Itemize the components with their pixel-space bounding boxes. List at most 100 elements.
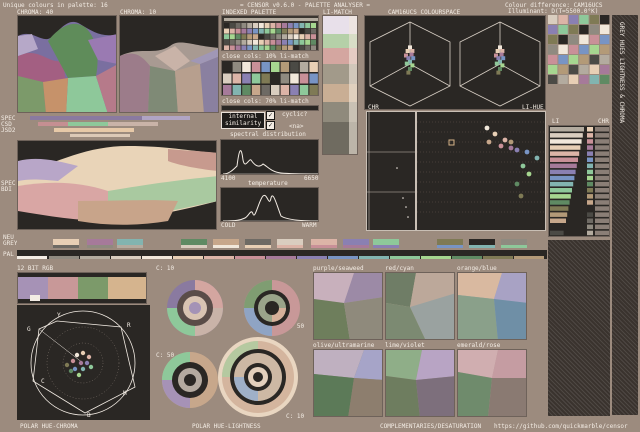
illuminant-label: Illuminant: D(T=5500.0°K) xyxy=(508,8,599,15)
wheel-g: G xyxy=(27,326,31,333)
indexed-swatch xyxy=(253,39,258,45)
lightness-bar xyxy=(550,224,565,230)
chroma-track xyxy=(595,133,609,138)
palette-swatch xyxy=(266,256,296,259)
hue-chroma-point xyxy=(78,360,84,366)
indexed-swatch xyxy=(258,28,264,34)
side-label: GREY HUES LIGHTNESS & CHROMA xyxy=(618,22,625,124)
indexed-swatch xyxy=(293,34,299,40)
polar-hue-lightness-rings xyxy=(162,280,300,417)
complementary-purple-seaweed xyxy=(313,272,383,340)
hue-chroma-point xyxy=(80,366,86,372)
matrix-swatch xyxy=(548,65,558,74)
polar-hue-chroma-label: POLAR HUE-CHROMA xyxy=(20,423,78,430)
neutral-swatch xyxy=(181,239,207,245)
chroma-track xyxy=(595,181,609,187)
palette-swatch xyxy=(80,256,110,259)
lightness-bar xyxy=(550,194,571,199)
cam16-point xyxy=(405,49,410,53)
lightness-bar xyxy=(550,127,584,132)
close-cols-70-label: close cols: 70% li-match xyxy=(222,98,309,105)
indexed-swatch xyxy=(270,23,276,28)
temperature-cold: COLD xyxy=(221,222,236,229)
indexed-swatch xyxy=(235,39,241,45)
palette-swatch xyxy=(235,256,265,259)
chroma-bar xyxy=(587,188,593,193)
matrix-swatch xyxy=(548,75,558,84)
olive-ultramarine-label: olive/ultramarine xyxy=(313,342,375,349)
matrix-swatch xyxy=(579,45,589,54)
close-cols-10-panel xyxy=(221,60,319,96)
cyclic-checkbox[interactable]: ✓ xyxy=(266,121,275,130)
matrix-swatch xyxy=(548,45,558,54)
close-colour-swatch xyxy=(251,73,261,84)
matrix-swatch xyxy=(589,25,599,34)
chroma-bar xyxy=(587,206,593,211)
spectral-blend-area xyxy=(17,140,217,230)
close-colour-swatch xyxy=(309,85,318,95)
chr-column xyxy=(366,111,416,231)
indexed-swatch xyxy=(235,45,241,50)
chroma-track xyxy=(595,139,609,144)
chroma-bar xyxy=(587,151,593,156)
indexed-swatch xyxy=(258,39,264,45)
palette-swatch xyxy=(514,256,544,259)
indexed-swatch xyxy=(287,39,293,45)
matrix-swatch xyxy=(568,75,579,84)
chroma-track xyxy=(595,163,609,169)
chroma-bar xyxy=(587,212,593,217)
indexed-swatch xyxy=(299,23,305,28)
indexed-swatch xyxy=(299,34,305,40)
matrix-swatch xyxy=(589,45,599,54)
indexed-swatch xyxy=(247,23,253,28)
lightness-bar xyxy=(550,151,580,156)
indexed-swatch xyxy=(299,45,305,50)
close-colour-swatch xyxy=(309,62,318,72)
cam16-point xyxy=(500,49,505,53)
matrix-swatch xyxy=(548,15,558,24)
chroma-bar xyxy=(587,218,593,223)
chroma-track xyxy=(595,194,609,199)
indexed-swatch xyxy=(293,39,299,45)
indexed-swatch xyxy=(241,28,247,34)
spec-csd-bars xyxy=(30,116,190,138)
chroma-track xyxy=(595,127,609,132)
palette-analyser-window: Unique colours in palette: 16 = CENSOR v… xyxy=(0,0,640,432)
indexed-swatch xyxy=(247,34,253,40)
matrix-swatch xyxy=(589,65,599,74)
indexed-swatch xyxy=(276,45,282,50)
cam16-point xyxy=(410,63,415,68)
indexed-swatch xyxy=(293,23,299,28)
palette-row xyxy=(17,250,547,259)
matrix-swatch xyxy=(568,45,579,54)
close-colour-swatch xyxy=(261,73,270,84)
palette-swatch xyxy=(204,256,234,259)
neutral-swatch xyxy=(501,239,527,245)
indexed-swatch xyxy=(293,28,299,34)
li-chr-bars xyxy=(548,125,610,237)
chroma-bar xyxy=(587,139,593,144)
indexed-swatch xyxy=(282,45,287,50)
spec-bdi-label: SPEC BDI xyxy=(1,181,15,193)
matrix-swatch xyxy=(558,45,568,54)
indexed-swatch xyxy=(241,39,247,45)
bit12-label: 12 BIT RGB xyxy=(17,265,54,272)
indexed-swatch xyxy=(311,28,316,34)
indexed-swatch xyxy=(253,45,258,50)
internal-similarity-checkbox[interactable]: ✓ xyxy=(266,111,275,120)
chroma-track xyxy=(595,151,609,156)
github-link[interactable]: https://github.com/quickmarble/censor xyxy=(494,423,628,430)
chr-label: CHR xyxy=(368,104,379,111)
palette-swatch-grid xyxy=(548,15,610,85)
neutral-swatch xyxy=(117,239,143,245)
close-colour-swatch xyxy=(242,85,251,95)
internal-similarity-button[interactable]: internal similarity xyxy=(221,112,265,129)
indexed-swatch xyxy=(264,28,270,34)
li-hue-point xyxy=(518,193,524,199)
chroma-bar xyxy=(587,163,593,169)
grey-swatch xyxy=(277,245,303,248)
matrix-swatch xyxy=(558,15,568,24)
lightness-bar xyxy=(550,188,572,193)
wheel-y: Y xyxy=(57,312,61,319)
cam16-colourspace xyxy=(364,15,546,110)
